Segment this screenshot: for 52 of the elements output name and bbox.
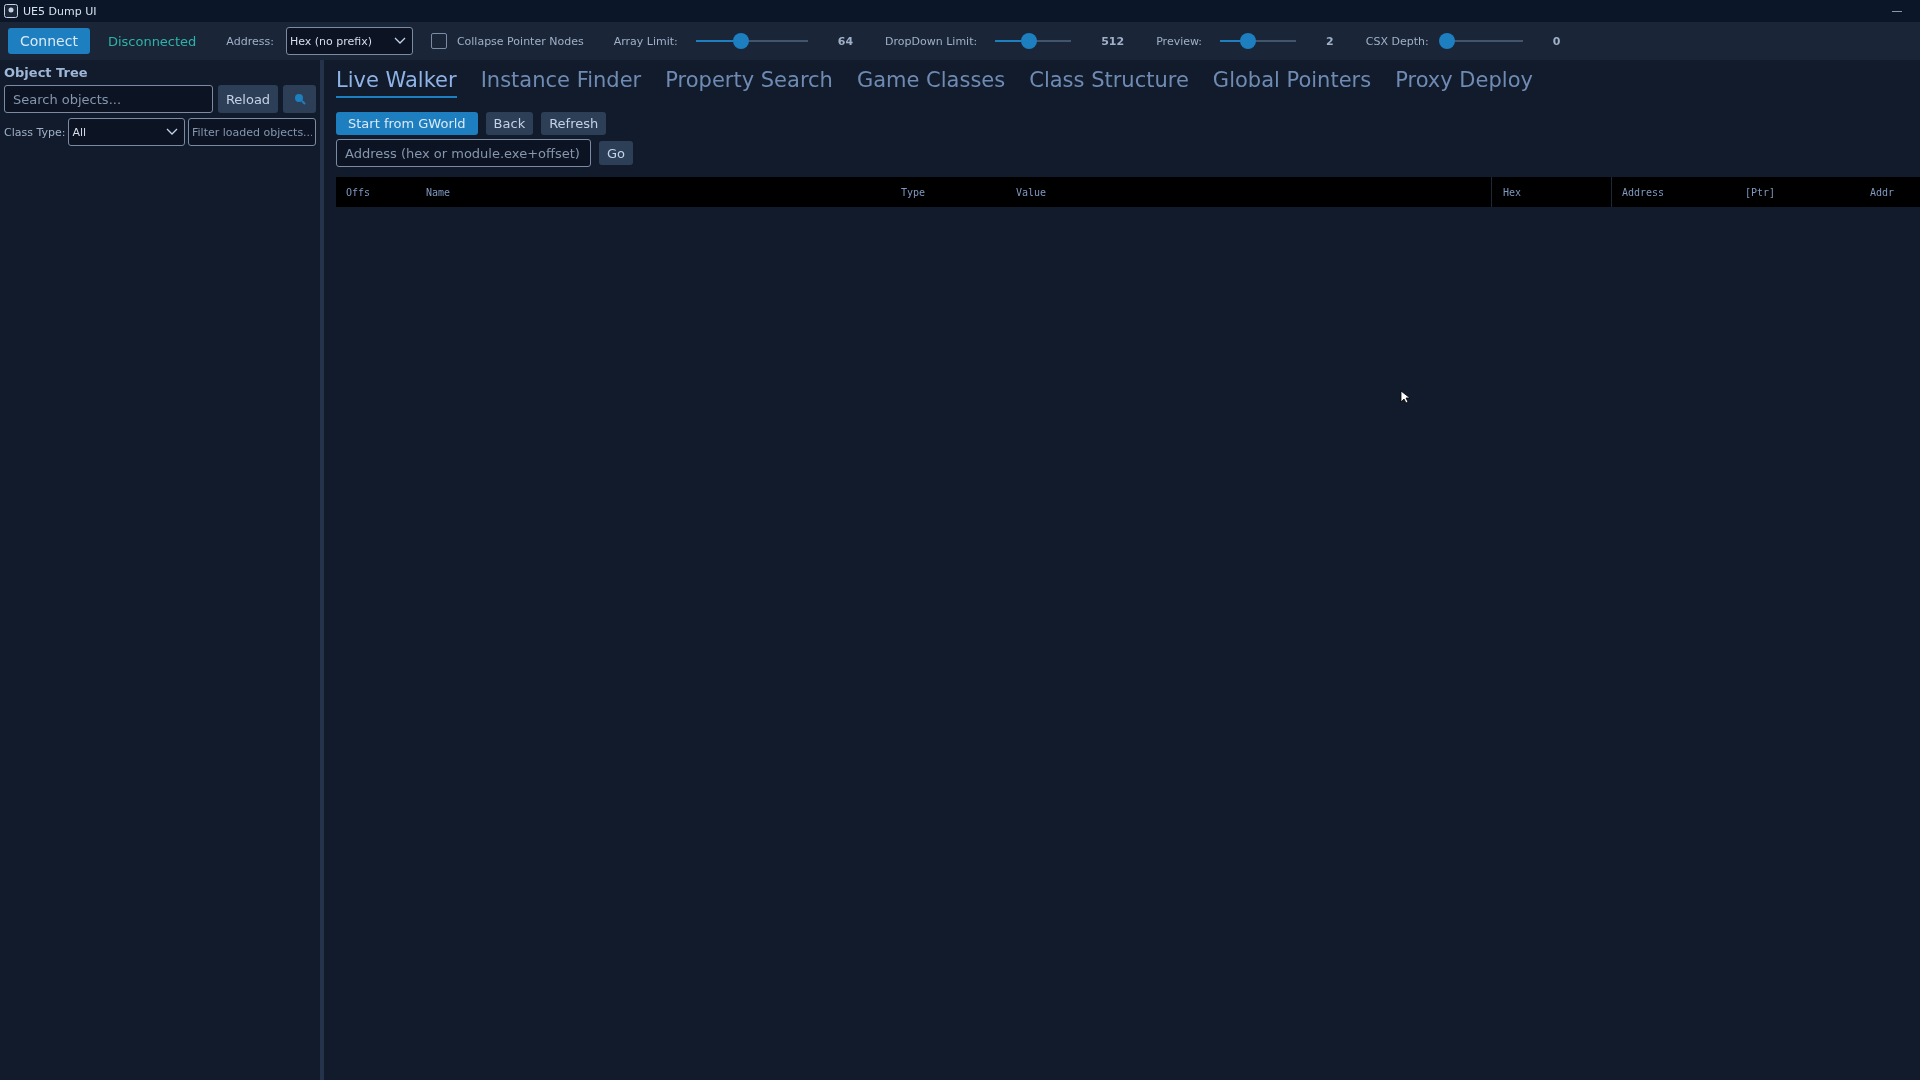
- address-format-dropdown[interactable]: Hex (no prefix): [285, 27, 413, 55]
- class-type-dropdown[interactable]: All: [68, 118, 185, 146]
- search-icon: [293, 93, 306, 105]
- tab[interactable]: Global Pointers: [1212, 68, 1372, 98]
- slider-thumb[interactable]: [732, 33, 749, 49]
- tab[interactable]: Property Search: [665, 68, 833, 98]
- cursor-icon: [1400, 390, 1410, 404]
- app-icon: [4, 4, 18, 18]
- filter-field[interactable]: Filter loaded objects...: [188, 118, 316, 146]
- column-header[interactable]: Type: [901, 186, 926, 198]
- tab[interactable]: Live Walker: [336, 68, 457, 98]
- slider-label: Preview:: [1156, 34, 1203, 48]
- slider-thumb[interactable]: [1240, 33, 1257, 49]
- slider-label: Array Limit:: [613, 34, 678, 48]
- slider-value: 0: [1552, 34, 1561, 48]
- slider-thumb[interactable]: [1438, 33, 1455, 49]
- slider-label: CSX Depth:: [1365, 34, 1429, 48]
- window-title: UE5 Dump UI: [23, 4, 97, 18]
- reload-button[interactable]: Reload: [217, 85, 279, 113]
- collapse-checkbox[interactable]: [430, 33, 447, 49]
- column-header[interactable]: Value: [1016, 186, 1047, 198]
- tab[interactable]: Game Classes: [856, 68, 1006, 98]
- chevron-icon: [393, 37, 406, 45]
- action-button[interactable]: Back: [485, 112, 534, 135]
- tab[interactable]: Class Structure: [1029, 68, 1189, 98]
- search-button[interactable]: [283, 85, 316, 113]
- column-header[interactable]: Name: [426, 186, 451, 198]
- tab[interactable]: Instance Finder: [480, 68, 642, 98]
- connection-status: Disconnected: [107, 33, 197, 49]
- address-label: Address:: [226, 34, 274, 48]
- column-header[interactable]: Offs: [346, 186, 371, 198]
- slider-label: DropDown Limit:: [885, 34, 978, 48]
- slider-value: 2: [1326, 34, 1334, 48]
- address-field[interactable]: Address (hex or module.exe+offset): [336, 139, 591, 167]
- sidebar-title: Object Tree: [4, 65, 89, 80]
- minimize-button[interactable]: [1892, 10, 1902, 12]
- go-button[interactable]: Go: [599, 141, 634, 165]
- slider-value: 512: [1101, 34, 1125, 48]
- column-header[interactable]: Addr: [1870, 186, 1895, 198]
- column-header[interactable]: [Ptr]: [1745, 186, 1776, 198]
- column-header[interactable]: Address: [1622, 186, 1665, 198]
- slider-value: 64: [837, 34, 854, 48]
- chevron-icon: [166, 128, 178, 136]
- tab[interactable]: Proxy Deploy: [1395, 68, 1533, 98]
- slider-thumb[interactable]: [1021, 33, 1038, 49]
- column-header[interactable]: Hex: [1502, 186, 1521, 198]
- class-type-label: Class Type:: [4, 125, 66, 139]
- action-button[interactable]: Refresh: [541, 112, 607, 135]
- collapse-label: Collapse Pointer Nodes: [456, 34, 584, 48]
- connect-button[interactable]: Connect: [8, 28, 90, 54]
- start-button[interactable]: Start from GWorld: [336, 112, 478, 135]
- search-field[interactable]: Search objects...: [4, 85, 213, 113]
